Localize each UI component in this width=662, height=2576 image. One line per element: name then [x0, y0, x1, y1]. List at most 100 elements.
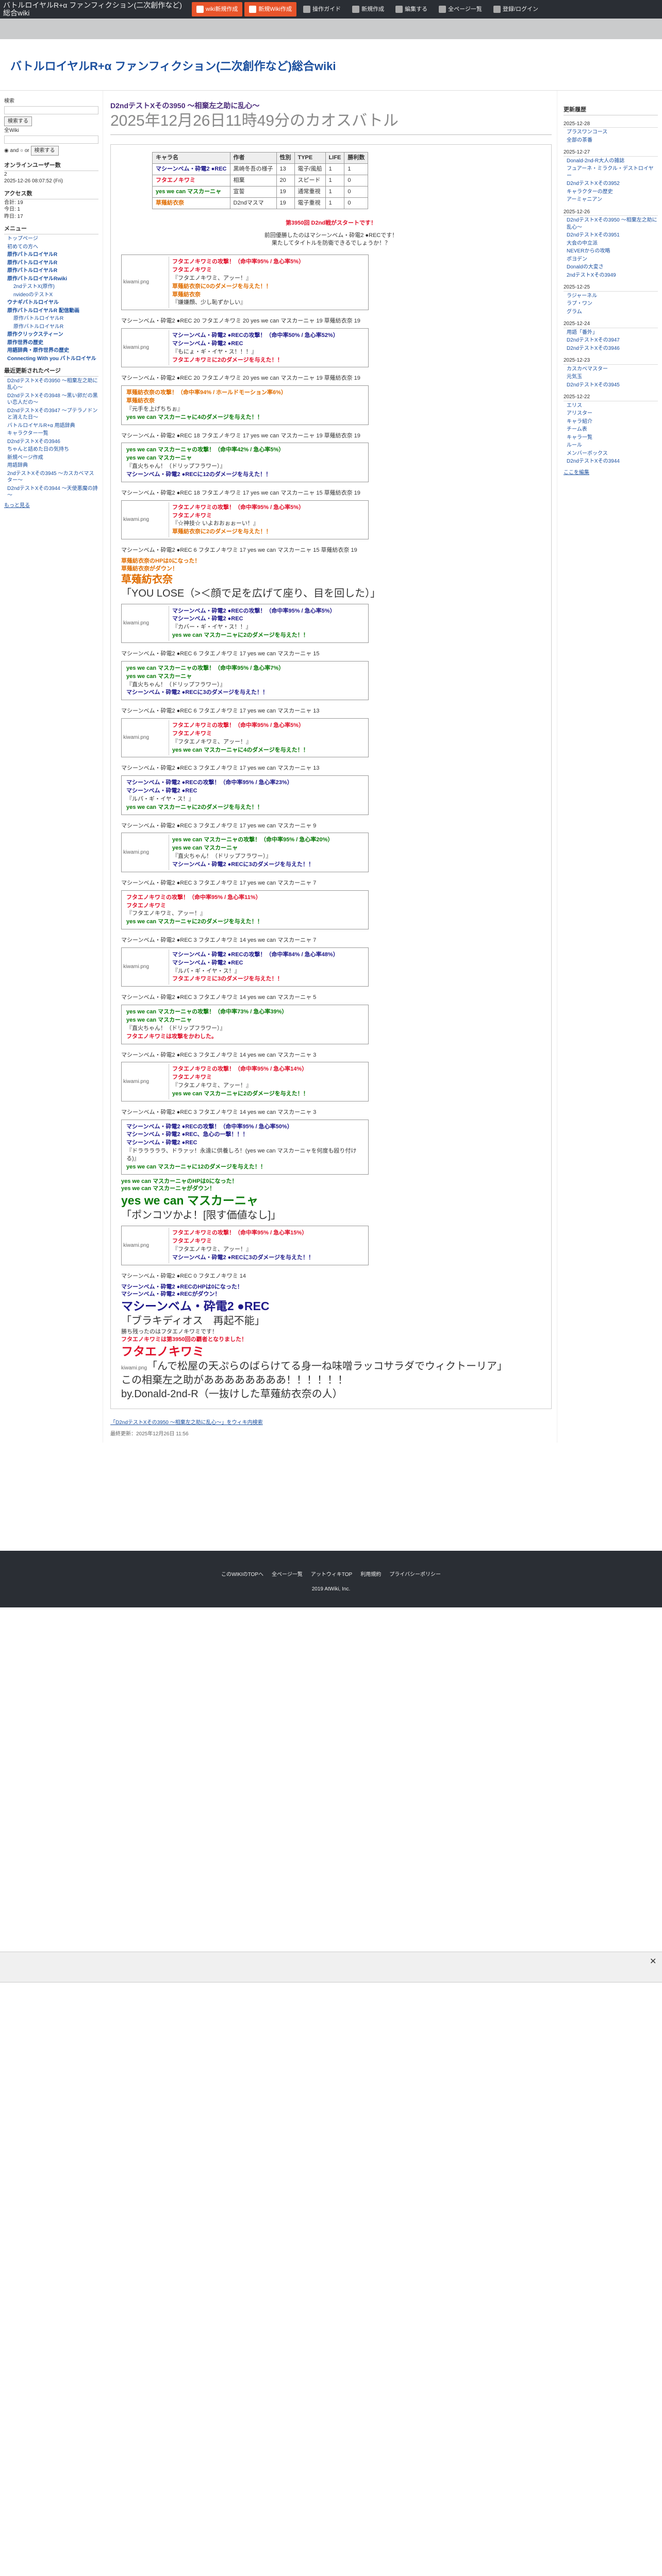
recent-item[interactable]: 2ndテストXその3945 ～カスカベマスター～ — [4, 470, 98, 484]
history-item[interactable]: D2ndテストXその3945 — [564, 382, 658, 389]
radio-and[interactable]: ◉ — [4, 148, 9, 154]
menu-item[interactable]: 原作世界の歴史 — [4, 340, 98, 347]
history-item[interactable]: 全部の茶番 — [564, 137, 658, 144]
history-item[interactable]: 大会の中立派 — [564, 240, 658, 247]
menu-item[interactable]: 原作バトルロイヤルRwiki — [4, 276, 98, 283]
history-item[interactable]: Donald-2nd-R大人の雑誌 — [564, 158, 658, 165]
table-header: 性別 — [276, 152, 295, 164]
history-item[interactable]: カスカベマスター — [564, 366, 658, 373]
card-line: マシーンベム・砕電2 ●RECに3のダメージを与えた！！ — [172, 861, 315, 868]
footer-link[interactable]: 全ページ一覧 — [272, 1571, 303, 1579]
history-item[interactable]: D2ndテストXその3950 ～相棄左之助に乱心～ — [564, 217, 658, 231]
intro-line1: 第3950回 D2nd戦がスタートです！ — [285, 219, 377, 226]
history-item[interactable]: フュアーネ・ミラクル・デストロイヤー — [564, 165, 658, 179]
history-item[interactable]: 用語「番外」 — [564, 329, 658, 336]
edit-link[interactable]: ここを編集 — [564, 469, 658, 477]
menu-item[interactable]: 原作バトルロイヤルR — [4, 251, 98, 259]
menu-item[interactable]: nvideoのテストX — [4, 292, 98, 299]
card-text: フタエノキワミの攻撃！（命中率95% / 急心率5%） フタエノキワミ 『フタエノキ… — [169, 257, 367, 309]
top-nav-button-3[interactable]: 新規作成 — [347, 2, 389, 16]
recent-item[interactable]: 新規ページ作成 — [4, 454, 98, 462]
wiki-title[interactable]: バトルロイヤルR+α ファンフィクション(二次創作など)総合wiki — [10, 59, 662, 74]
menu-item[interactable]: 初めての方へ — [4, 244, 98, 251]
table-cell: 1 — [325, 163, 345, 176]
log-body: kiwami.png フタエノキワミの攻撃！（命中率95% / 急心率5%） フタエ… — [121, 255, 541, 1401]
footer-link[interactable]: プライバシーポリシー — [389, 1571, 441, 1579]
recent-item[interactable]: キャラクター一覧 — [4, 430, 98, 437]
footer-link[interactable]: アットウィキTOP — [311, 1571, 352, 1579]
menu-item[interactable]: 2ndテストX(原作) — [4, 283, 98, 291]
recent-item[interactable]: D2ndテストXその3944 ～天使悪魔の詩～ — [4, 485, 98, 499]
card-line: マシーンベム・砕電2 ●RECの攻撃！（命中率95% / 急心率5%） — [172, 607, 336, 614]
footer-link[interactable]: 利用規約 — [360, 1571, 381, 1579]
menu-item[interactable]: 原作バトルロイヤルR 配信動画 — [4, 308, 98, 315]
history-item[interactable]: メンバーボックス — [564, 450, 658, 457]
history-item[interactable]: グラム — [564, 309, 658, 316]
top-navigation-bar: バトルロイヤルR+α ファンフィクション(二次創作など)総合wiki wiki新… — [0, 0, 662, 19]
history-item[interactable]: エリス — [564, 402, 658, 410]
wiki-search-input[interactable] — [4, 135, 98, 144]
more-link[interactable]: もっと見る — [4, 502, 98, 510]
menu-item[interactable]: 原作バトルロイヤルR — [4, 267, 98, 275]
history-item[interactable]: Donaldの大変さ — [564, 264, 658, 271]
search-input[interactable] — [4, 106, 98, 114]
search-button[interactable]: 検索する — [4, 116, 32, 126]
history-item[interactable]: D2ndテストXその3951 — [564, 232, 658, 239]
recent-item[interactable]: D2ndテストXその3948 ～黒い卵だの黒い恋人だの～ — [4, 393, 98, 406]
menu-item[interactable]: 原作バトルロイヤルR — [4, 315, 98, 323]
online-users-title: オンラインユーザー数 — [4, 162, 98, 171]
top-nav-button-0[interactable]: wiki新規作成 — [192, 2, 243, 16]
recent-item[interactable]: バトルロイヤルR+α 用語辞典 — [4, 422, 98, 430]
history-item[interactable]: プラスワンコース — [564, 129, 658, 136]
history-item[interactable]: NEVERからの攻略 — [564, 248, 658, 255]
history-item[interactable]: D2ndテストXその3952 — [564, 180, 658, 188]
history-item[interactable]: ラプ・ワン — [564, 300, 658, 308]
history-item[interactable]: ルール — [564, 442, 658, 449]
hp-status-line: マシーンベム・砕電2 ●REC 0 フタエノキワミ 14 — [121, 1273, 246, 1279]
menu-item[interactable]: 原作クリックスティーン — [4, 331, 98, 338]
top-nav-button-2[interactable]: 操作ガイド — [299, 2, 345, 16]
history-item[interactable]: ラジャーネル — [564, 293, 658, 300]
recent-item[interactable]: D2ndテストXその3950 ～相棄左之助に乱心～ — [4, 378, 98, 392]
table-header: TYPE — [294, 152, 326, 164]
radio-or[interactable]: ○ — [20, 148, 23, 154]
history-item[interactable]: D2ndテストXその3946 — [564, 345, 658, 352]
menu-item[interactable]: Connecting With you バトルロイヤル — [4, 355, 98, 363]
top-nav-button-4[interactable]: 編集する — [391, 2, 432, 16]
history-item[interactable]: 2ndテストXその3949 — [564, 272, 658, 279]
top-nav-button-1[interactable]: 新規Wiki作成 — [244, 2, 297, 16]
menu-item[interactable]: 用語辞典・原作世界の歴史 — [4, 347, 98, 354]
menu-item[interactable]: ウナギバトルロイヤル — [4, 299, 98, 307]
close-icon[interactable]: ✕ — [650, 1956, 659, 1966]
menu-item[interactable]: トップページ — [4, 235, 98, 243]
history-item[interactable]: キャラ紹介 — [564, 418, 658, 426]
history-item[interactable]: キャラクターの歴史 — [564, 189, 658, 196]
recent-item[interactable]: D2ndテストXその3947 ～プテラノドンと消えた日～ — [4, 408, 98, 421]
recent-item[interactable]: 用語辞典 — [4, 462, 98, 469]
history-item[interactable]: ポヨデン — [564, 256, 658, 263]
history-item[interactable]: D2ndテストXその3947 — [564, 337, 658, 344]
history-item[interactable]: 元気玉 — [564, 374, 658, 381]
wiki-search-button[interactable]: 検索する — [30, 145, 59, 156]
history-item[interactable]: チーム表 — [564, 426, 658, 433]
card-line: yes we can マスカーニャ — [126, 455, 192, 462]
table-cell: 宣誓 — [229, 185, 277, 198]
recent-item[interactable]: ちゃんと詰めた日の気持ち — [4, 446, 98, 453]
card-line: 『フタエノキワミ、アッー！』 — [172, 1246, 252, 1253]
footer-link[interactable]: このWIKIのTOPへ — [221, 1571, 263, 1579]
history-item[interactable]: D2ndテストXその3944 — [564, 458, 658, 465]
menu-item[interactable]: 原作バトルロイヤルR — [4, 324, 98, 331]
top-nav-button-5[interactable]: 全ページ一覧 — [434, 2, 487, 16]
history-item[interactable]: アリスター — [564, 410, 658, 417]
top-nav-label: 編集する — [405, 6, 428, 12]
top-nav-button-6[interactable]: 登録/ログイン — [489, 2, 543, 16]
recent-item[interactable]: D2ndテストXその3946 — [4, 438, 98, 446]
card-line: マシーンベム・砕電2 ●REC — [172, 616, 243, 622]
history-date: 2025-12-28 — [564, 121, 658, 128]
menu-item[interactable]: 原作バトルロイヤルR — [4, 260, 98, 267]
search-in-wiki-link[interactable]: 「D2ndテストXその3950 ～相棄左之助に乱心～」をウィキ内検索 — [110, 1419, 552, 1427]
site-title[interactable]: バトルロイヤルR+α ファンフィクション(二次創作など)総合wiki — [3, 2, 189, 17]
history-item[interactable]: アーミャニアン — [564, 196, 658, 204]
card-line: フタエノキワミ — [172, 1074, 212, 1081]
history-item[interactable]: キャラ一覧 — [564, 434, 658, 442]
